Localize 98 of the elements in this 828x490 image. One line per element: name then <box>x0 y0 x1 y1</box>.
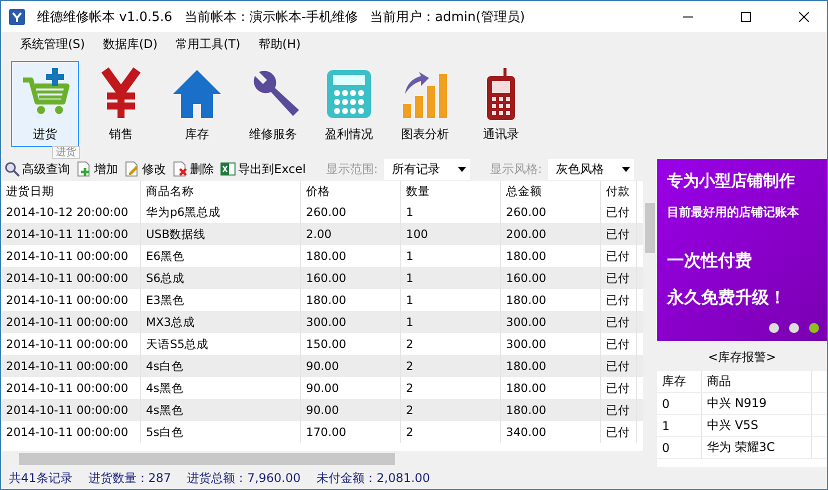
table-cell: USB数据线 <box>141 223 301 245</box>
toolbar-button[interactable]: 库存 <box>163 61 231 147</box>
table-cell: 4s黑色 <box>141 399 301 421</box>
column-header: 商品名称 <box>141 181 301 201</box>
carousel-dot[interactable] <box>789 323 799 333</box>
table-cell: 已付 <box>601 223 637 245</box>
table-cell: 160.00 <box>301 267 401 289</box>
panel-title: <库存报警> <box>708 349 776 366</box>
horizontal-scrollbar[interactable] <box>1 451 657 467</box>
toolbar-button[interactable]: 通讯录 <box>467 61 535 147</box>
table-cell: 1 <box>401 311 501 333</box>
table-cell: 2014-10-11 00:00:00 <box>1 399 141 421</box>
delete-document-icon <box>172 161 188 177</box>
table-cell: 170.00 <box>301 421 401 443</box>
table-cell: 300.00 <box>301 311 401 333</box>
table-cell: 0 <box>657 393 702 414</box>
table-cell: 2014-10-11 00:00:00 <box>1 267 141 289</box>
status-text: 进货总额：7,960.00 <box>187 470 301 486</box>
toolbar-action[interactable]: 增加 <box>76 160 118 178</box>
user-label: 当前用户：admin(管理员) <box>370 8 525 26</box>
toolbar-button[interactable]: 维修服务 <box>239 61 307 147</box>
add-document-icon <box>76 161 92 177</box>
toolbar-action[interactable]: 删除 <box>172 160 214 178</box>
table-cell: 90.00 <box>301 399 401 421</box>
carousel-dot[interactable] <box>769 323 779 333</box>
table-cell: 2.00 <box>301 223 401 245</box>
table-cell: 300.00 <box>501 311 601 333</box>
toolbar-button[interactable]: 图表分析 <box>391 61 459 147</box>
table-cell: 0 <box>657 437 702 458</box>
maximize-icon <box>741 12 751 22</box>
table-cell: 2014-10-11 11:00:00 <box>1 223 141 245</box>
table-cell: 200.00 <box>501 223 601 245</box>
edit-document-icon <box>124 161 140 177</box>
column-header: 付款 <box>601 181 637 201</box>
table-cell: 1 <box>401 267 501 289</box>
table-cell: 2014-10-11 00:00:00 <box>1 355 141 377</box>
table-cell: 华为 荣耀3C <box>702 437 812 458</box>
table-cell: 340.00 <box>501 421 601 443</box>
banner-text: 专为小型店铺制作 <box>667 171 796 192</box>
table-cell: 180.00 <box>501 355 601 377</box>
carousel-dot[interactable] <box>809 323 819 333</box>
window-title: 维德维修帐本 v1.0.5.6 <box>37 8 172 26</box>
spreadsheet-icon <box>220 161 236 177</box>
table-cell: 已付 <box>601 311 637 333</box>
app-icon <box>9 8 25 24</box>
column-header: 数量 <box>401 181 501 201</box>
banner-text: 永久免费升级！ <box>667 287 787 309</box>
dropdown-caret-icon <box>458 166 466 172</box>
table-cell: 已付 <box>601 267 637 289</box>
table-cell: 1 <box>657 415 702 436</box>
column-header: 库存 <box>657 371 702 392</box>
toolbar-button[interactable]: 进货 <box>11 61 79 147</box>
column-header: 商品 <box>702 371 812 392</box>
table-cell: 已付 <box>601 355 637 377</box>
tooltip: 进货 <box>52 146 80 159</box>
table-cell: 100 <box>401 223 501 245</box>
table-cell: 已付 <box>601 399 637 421</box>
status-text: 进货数量：287 <box>88 470 172 486</box>
search-icon <box>4 161 20 177</box>
table-cell: 160.00 <box>501 267 601 289</box>
filter-label: 显示风格: <box>490 160 542 178</box>
column-header: 价格 <box>301 181 401 201</box>
table-cell: 2 <box>401 399 501 421</box>
table-cell: 5s白色 <box>141 421 301 443</box>
banner-text: 一次性付费 <box>667 250 753 272</box>
dropdown[interactable]: 灰色风格 <box>548 158 634 180</box>
toolbar-action[interactable]: 导出到Excel <box>220 160 306 178</box>
table-cell: 4s白色 <box>141 355 301 377</box>
toolbar-button[interactable]: 销售 <box>87 61 155 147</box>
dropdown[interactable]: 所有记录 <box>384 158 470 180</box>
toolbar-action[interactable]: 高级查询 <box>4 160 70 178</box>
column-header: 进货日期 <box>1 181 141 201</box>
banner-text: 目前最好用的店铺记账本 <box>667 204 800 221</box>
account-label: 当前帐本：演示帐本-手机维修 <box>184 8 358 26</box>
table-cell: 90.00 <box>301 355 401 377</box>
table-cell: S6总成 <box>141 267 301 289</box>
status-text: 未付金额：2,081.00 <box>316 470 430 486</box>
minimize-icon <box>683 16 693 18</box>
table-cell: 2 <box>401 355 501 377</box>
table-cell: 2014-10-11 00:00:00 <box>1 421 141 443</box>
toolbar-action[interactable]: 修改 <box>124 160 166 178</box>
close-icon <box>799 12 809 22</box>
status-text: 共41条记录 <box>9 470 72 486</box>
menu-item[interactable]: 数据库(D) <box>94 34 167 54</box>
table-cell: 已付 <box>601 421 637 443</box>
table-cell: 2 <box>401 421 501 443</box>
table-cell: 2014-10-11 00:00:00 <box>1 311 141 333</box>
table-cell: 中兴 V5S <box>702 415 812 436</box>
table-cell: 中兴 N919 <box>702 393 812 414</box>
menu-item[interactable]: 常用工具(T) <box>166 34 250 54</box>
menu-item[interactable]: 帮助(H) <box>249 34 310 54</box>
menu-item[interactable]: 系统管理(S) <box>11 34 94 54</box>
toolbar-button[interactable]: 盈利情况 <box>315 61 383 147</box>
dropdown-caret-icon <box>622 166 630 172</box>
table-cell: 180.00 <box>501 399 601 421</box>
filter-label: 显示范围: <box>326 160 378 178</box>
column-header: 总金额 <box>501 181 601 201</box>
table-cell: MX3总成 <box>141 311 301 333</box>
